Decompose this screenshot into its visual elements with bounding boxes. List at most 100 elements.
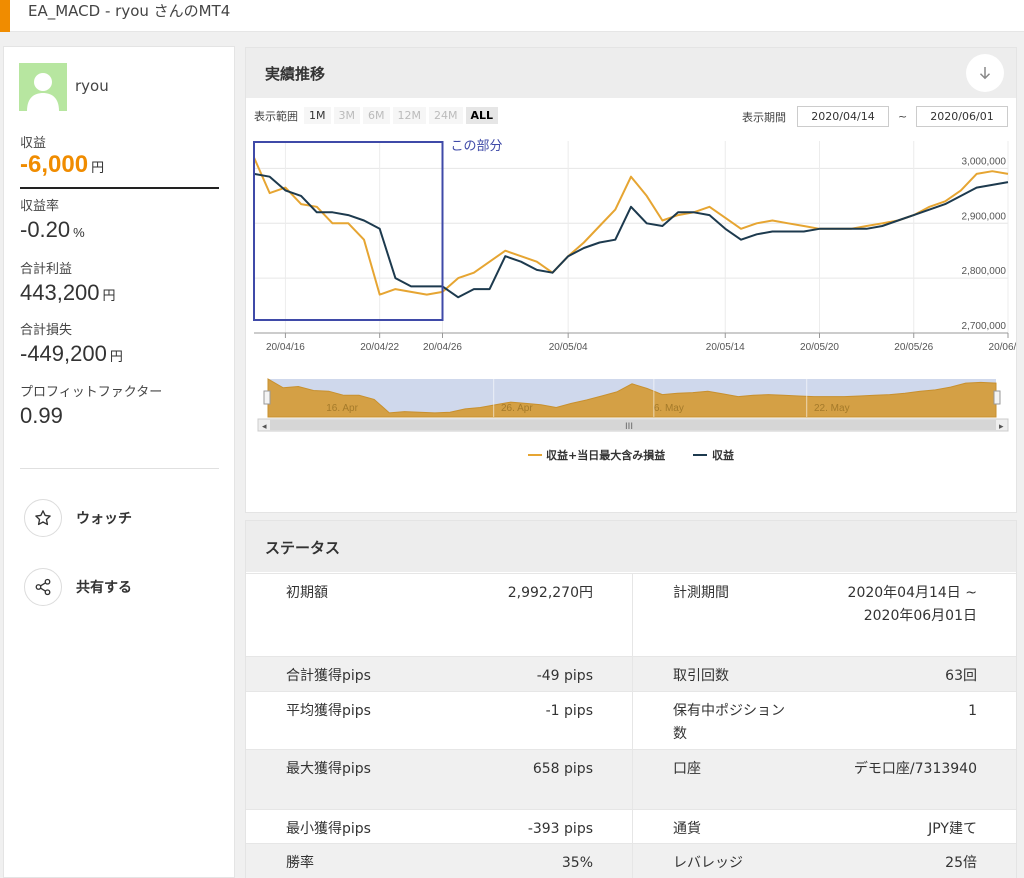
total-loss-label: 合計損失 — [20, 323, 73, 338]
status-value-win-rate: 35% — [561, 855, 593, 871]
page-title: EA_MACD - ryou さんのMT4 — [28, 2, 231, 20]
total-gain-unit: 円 — [102, 288, 116, 303]
navigator-handle-left[interactable] — [263, 390, 271, 405]
range-button-6m[interactable]: 6M — [363, 107, 390, 124]
status-label-open-positions: 保有中ポジション数 — [673, 703, 785, 742]
column-divider — [632, 692, 633, 749]
status-row: 初期額 2,992,270円 計測期間 2020年04月14日 ~ 2020年0… — [246, 573, 1016, 656]
chart-panel-title: 実績推移 — [265, 65, 326, 83]
rate-amount: -0.20 — [20, 217, 71, 242]
status-row: 合計獲得pips -49 pips 取引回数 63回 — [246, 656, 1016, 691]
y-tick-label: 2,800,000 — [962, 266, 1007, 277]
status-value-account: デモ口座/7313940 — [853, 761, 977, 777]
legend-label-profit[interactable]: 収益 — [712, 448, 734, 462]
x-tick-label: 20/05/26 — [894, 342, 933, 353]
navigator-label: 22. May — [814, 403, 850, 414]
title-accent-bar — [0, 0, 10, 32]
date-to-input[interactable]: 2020/06/01 — [916, 106, 1008, 127]
total-loss-amount: -449,200 — [20, 341, 107, 366]
x-tick-label: 20/05/04 — [549, 342, 588, 353]
status-value-initial: 2,992,270円 — [507, 585, 593, 601]
period-label: 表示期間 — [742, 111, 786, 124]
chart-panel-header: 実績推移 — [246, 48, 1016, 98]
date-from-input[interactable]: 2020/04/14 — [797, 106, 889, 127]
status-row: 平均獲得pips -1 pips 保有中ポジション数 1 — [246, 691, 1016, 749]
x-tick-label: 20/06/01 — [989, 342, 1016, 353]
status-panel: ステータス 初期額 2,992,270円 計測期間 2020年04月14日 ~ … — [245, 520, 1017, 878]
watch-label: ウォッチ — [76, 511, 132, 527]
scroll-right-arrow[interactable]: ▸ — [999, 422, 1004, 432]
scroll-left-arrow[interactable]: ◂ — [262, 422, 267, 432]
x-tick-label: 20/04/22 — [360, 342, 399, 353]
status-value-open-positions: 1 — [968, 703, 977, 719]
status-label-min-pips: 最小獲得pips — [286, 821, 371, 837]
username[interactable]: ryou — [75, 77, 109, 95]
total-gain-label: 合計利益 — [20, 262, 73, 277]
status-label-leverage: レバレッジ — [673, 855, 743, 871]
profit-amount: -6,000 — [20, 151, 89, 178]
total-gain-value: 443,200 円 — [20, 280, 116, 306]
status-value-period: 2020年04月14日 ~ 2020年06月01日 — [847, 585, 977, 624]
series-line-profit — [253, 172, 1009, 299]
legend-label-equity[interactable]: 収益+当日最大含み損益 — [546, 448, 665, 462]
profit-factor-label: プロフィットファクター — [20, 385, 163, 400]
status-label-period: 計測期間 — [673, 585, 729, 601]
share-button[interactable]: 共有する — [24, 567, 214, 607]
rate-unit: % — [73, 225, 85, 240]
navigator-handle-right[interactable] — [993, 390, 1001, 405]
x-tick-label: 20/05/14 — [706, 342, 745, 353]
page-header: EA_MACD - ryou さんのMT4 — [0, 0, 1024, 32]
profit-value: -6,000 円 — [20, 151, 104, 179]
x-tick-label: 20/04/16 — [266, 342, 305, 353]
status-label-avg-pips: 平均獲得pips — [286, 703, 371, 719]
annotation-label: この部分 — [451, 139, 503, 154]
performance-chart: 2,700,000 2,800,000 2,900,000 3,000,000 20/0… — [253, 139, 1016, 462]
watch-button[interactable]: ウォッチ — [24, 498, 214, 538]
range-button-all[interactable]: ALL — [465, 107, 499, 124]
status-panel-header: ステータス — [246, 521, 1016, 572]
profit-factor-value: 0.99 — [20, 403, 63, 428]
status-row: 最小獲得pips -393 pips 通貨 JPY建て — [246, 809, 1016, 843]
total-loss-unit: 円 — [109, 349, 123, 364]
user-avatar-icon[interactable] — [19, 63, 67, 111]
range-button-24m[interactable]: 24M — [429, 107, 463, 124]
range-button-3m[interactable]: 3M — [333, 107, 360, 124]
range-button-1m[interactable]: 1M — [304, 107, 331, 124]
status-value-total-pips: -49 pips — [536, 668, 593, 684]
navigator-label: 16. Apr — [326, 403, 358, 414]
y-tick-label: 2,700,000 — [962, 321, 1007, 332]
performance-chart-panel: 実績推移 表示範囲 1M 3M 6M 12M 24M ALL 表示期間 2020… — [245, 47, 1017, 513]
navigator-label: 26. Apr — [501, 403, 533, 414]
status-label-total-pips: 合計獲得pips — [286, 668, 371, 684]
rate-label: 収益率 — [20, 199, 60, 214]
arrow-down-icon — [979, 67, 991, 80]
series-line-equity — [253, 157, 1009, 296]
range-selector: 表示範囲 1M 3M 6M 12M 24M ALL — [254, 107, 499, 124]
status-table: 初期額 2,992,270円 計測期間 2020年04月14日 ~ 2020年0… — [246, 573, 1016, 878]
status-label-win-rate: 勝率 — [286, 855, 314, 871]
column-divider — [632, 844, 633, 878]
status-panel-title: ステータス — [265, 539, 341, 557]
range-button-12m[interactable]: 12M — [392, 107, 426, 124]
scrollbar-thumb[interactable] — [270, 420, 996, 430]
column-divider — [632, 574, 633, 656]
column-divider — [632, 657, 633, 691]
profit-label: 収益 — [20, 136, 47, 151]
status-row: 最大獲得pips 658 pips 口座 デモ口座/7313940 — [246, 749, 1016, 809]
range-label: 表示範囲 — [254, 109, 298, 123]
x-tick-label: 20/05/20 — [800, 342, 839, 353]
left-divider — [20, 468, 219, 469]
status-value-avg-pips: -1 pips — [545, 703, 593, 719]
x-tick-label: 20/04/26 — [423, 342, 462, 353]
download-button[interactable] — [966, 54, 1004, 92]
status-label-currency: 通貨 — [673, 821, 701, 837]
star-icon — [24, 499, 62, 537]
column-divider — [632, 750, 633, 809]
navigator-label: 6. May — [654, 403, 684, 414]
profit-unit: 円 — [91, 160, 105, 175]
rate-value: -0.20% — [20, 217, 85, 243]
status-label-trade-count: 取引回数 — [673, 668, 729, 684]
scroll-grip[interactable]: III — [625, 422, 633, 432]
share-label: 共有する — [76, 580, 132, 596]
y-tick-label: 2,900,000 — [962, 211, 1007, 222]
